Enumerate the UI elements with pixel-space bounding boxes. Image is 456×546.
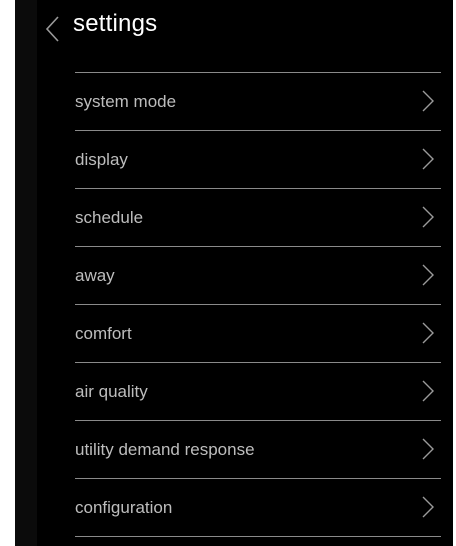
menu-item-label: away: [75, 266, 115, 285]
menu-item-label: utility demand response: [75, 440, 255, 459]
chevron-right-icon: [421, 495, 435, 519]
chevron-left-icon: [43, 14, 65, 44]
menu-item-label: configuration: [75, 498, 173, 517]
settings-screen: settings system mode display schedule aw…: [15, 0, 453, 546]
menu-item-configuration[interactable]: configuration: [75, 479, 441, 537]
menu-item-label: comfort: [75, 324, 132, 343]
screen-edge: [15, 0, 37, 546]
menu-item-label: schedule: [75, 208, 144, 227]
chevron-right-icon: [421, 147, 435, 171]
menu-item-schedule[interactable]: schedule: [75, 189, 441, 247]
chevron-right-icon: [421, 205, 435, 229]
chevron-right-icon: [421, 321, 435, 345]
menu-item-label: display: [75, 150, 128, 169]
page-title: settings: [73, 10, 158, 37]
menu-item-utility-demand-response[interactable]: utility demand response: [75, 421, 441, 479]
menu-item-label: air quality: [75, 382, 148, 401]
settings-menu: system mode display schedule away comfor…: [75, 72, 441, 537]
header: settings: [15, 0, 453, 62]
chevron-right-icon: [421, 89, 435, 113]
menu-item-label: system mode: [75, 92, 177, 111]
menu-item-system-mode[interactable]: system mode: [75, 73, 441, 131]
menu-item-away[interactable]: away: [75, 247, 441, 305]
menu-item-air-quality[interactable]: air quality: [75, 363, 441, 421]
menu-item-display[interactable]: display: [75, 131, 441, 189]
chevron-right-icon: [421, 379, 435, 403]
menu-item-comfort[interactable]: comfort: [75, 305, 441, 363]
chevron-right-icon: [421, 263, 435, 287]
chevron-right-icon: [421, 437, 435, 461]
back-button[interactable]: [43, 14, 65, 44]
